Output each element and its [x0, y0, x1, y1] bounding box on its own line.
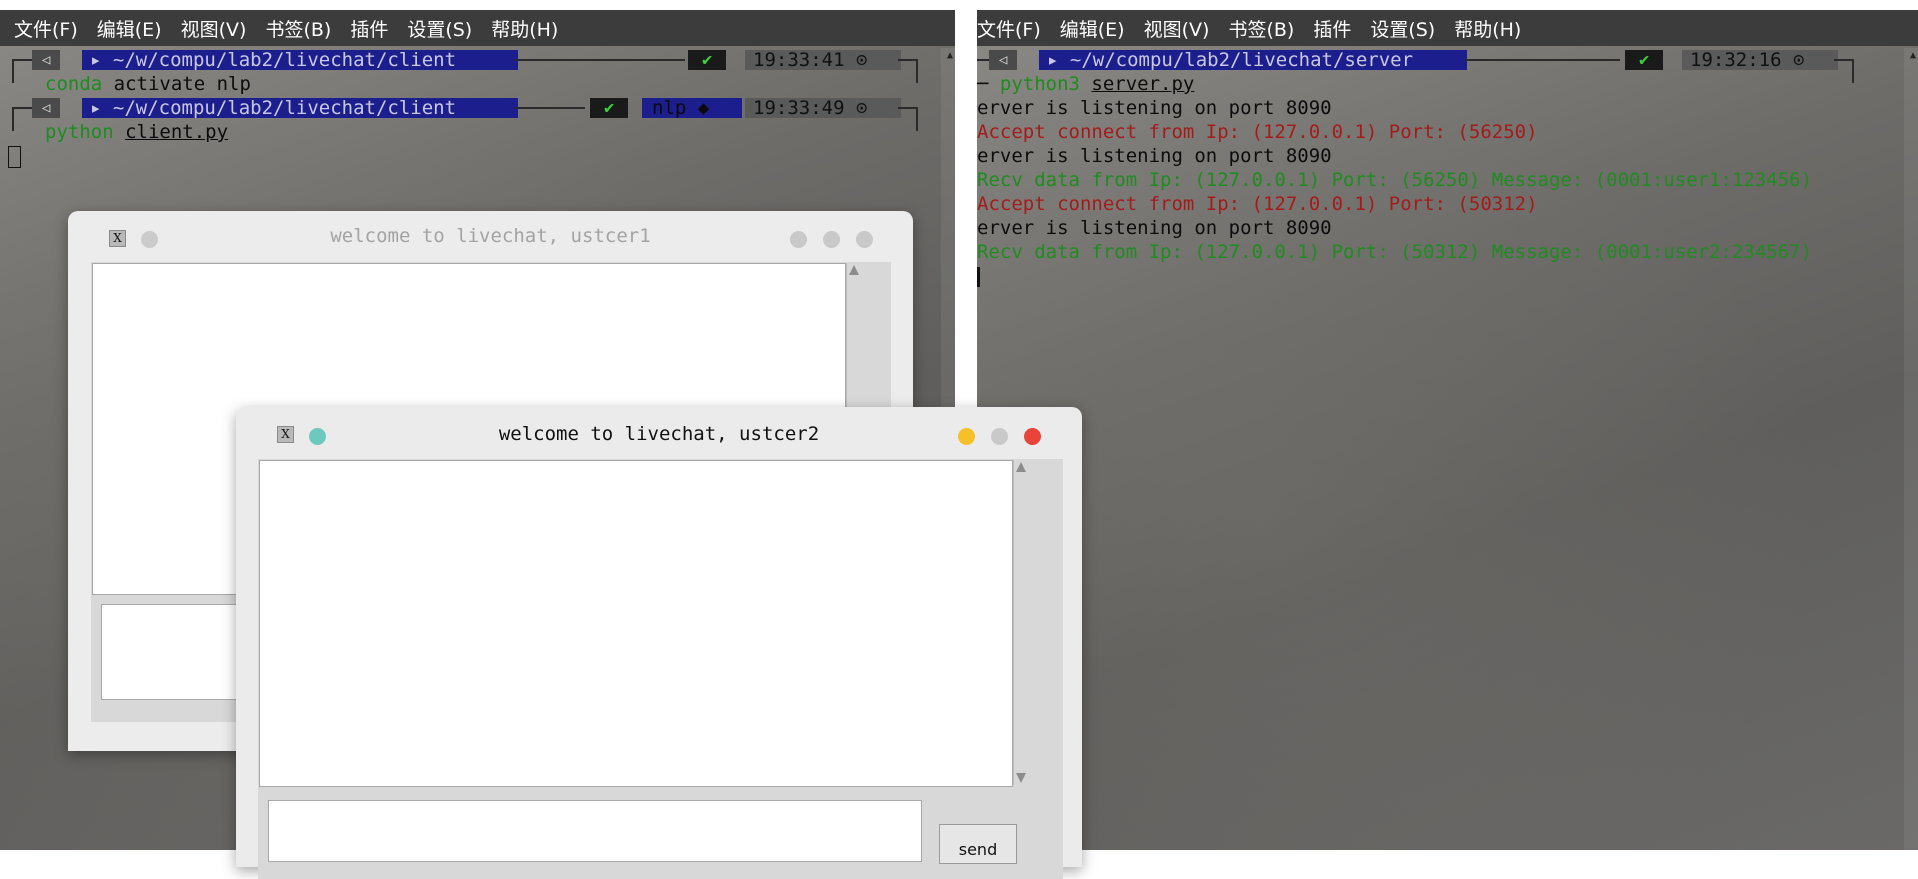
close-button[interactable] [1024, 428, 1041, 445]
close-button[interactable] [856, 231, 873, 248]
command-line: python client.py [0, 120, 955, 144]
command-args: server.py [1091, 73, 1195, 95]
prompt-path: ▸ ~/w/compu/lab2/livechat/client [82, 50, 518, 70]
terminal-cursor-line [977, 264, 1918, 288]
command-args: client.py [125, 121, 229, 143]
menu-bar: 文件(F) 编辑(E) 视图(V) 书签(B) 插件 设置(S) 帮助(H) [0, 10, 955, 46]
menu-help[interactable]: 帮助(H) [491, 15, 558, 42]
log-line: Recv data from Ip: (127.0.0.1) Port: (50… [977, 241, 1813, 263]
prompt-os-icon: ◁ [989, 50, 1018, 70]
server-log: erver is listening on port 8090 Accept co… [977, 96, 1918, 264]
command-binary: python [45, 121, 114, 143]
log-line: erver is listening on port 8090 [977, 145, 1332, 167]
shell-prompt: ◁ ▸ ~/w/compu/lab2/livechat/client ✔ nlp… [0, 96, 955, 131]
menu-settings[interactable]: 设置(S) [407, 15, 472, 42]
prompt-divider [1465, 59, 1620, 61]
menu-edit[interactable]: 编辑(E) [97, 15, 162, 42]
prompt-status-ok-icon: ✔ [1625, 50, 1664, 70]
minimize-button[interactable] [958, 428, 975, 445]
prompt-status-ok-icon: ✔ [590, 98, 629, 118]
scroll-down-arrow-icon[interactable] [1016, 773, 1026, 783]
maximize-button[interactable] [823, 231, 840, 248]
terminal-output: ◁ ▸ ~/w/compu/lab2/livechat/server ✔ 19:… [977, 48, 1918, 288]
terminal-cursor [8, 145, 21, 168]
prompt-time: 19:32:16 ⊙ [1682, 50, 1838, 70]
scroll-up-arrow-icon[interactable] [849, 265, 859, 275]
shell-prompt: ◁ ▸ ~/w/compu/lab2/livechat/server ✔ 19:… [977, 48, 1918, 83]
log-line: Accept connect from Ip: (127.0.0.1) Port… [977, 193, 1538, 215]
command-line: ─ python3 server.py [977, 72, 1918, 96]
window-title: welcome to livechat, ustcer2 [498, 423, 820, 445]
window-title: welcome to livechat, ustcer1 [330, 225, 651, 247]
message-input[interactable] [268, 800, 922, 862]
log-line: erver is listening on port 8090 [977, 217, 1332, 239]
server-terminal-window[interactable]: 文件(F) 编辑(E) 视图(V) 书签(B) 插件 设置(S) 帮助(H) ▲… [977, 10, 1918, 850]
command-args: activate nlp [102, 73, 251, 95]
terminal-cursor-line [0, 144, 955, 168]
title-bar[interactable]: X welcome to livechat, ustcer1 [68, 211, 913, 261]
prompt-time: 19:33:41 ⊙ [745, 50, 901, 70]
menu-settings[interactable]: 设置(S) [1370, 15, 1435, 42]
prompt-os-icon: ◁ [32, 50, 61, 70]
message-scrollbar[interactable] [1013, 460, 1029, 785]
prompt-os-icon: ◁ [32, 98, 61, 118]
maximize-button[interactable] [991, 428, 1008, 445]
menu-file[interactable]: 文件(F) [14, 15, 78, 42]
send-button[interactable]: send [939, 824, 1017, 864]
log-line: Recv data from Ip: (127.0.0.1) Port: (56… [977, 169, 1813, 191]
prompt-path: ▸ ~/w/compu/lab2/livechat/client [82, 98, 518, 118]
message-history[interactable] [259, 460, 1013, 787]
menu-edit[interactable]: 编辑(E) [1060, 15, 1125, 42]
prompt-status-ok-icon: ✔ [688, 50, 727, 70]
prompt-divider [515, 59, 685, 61]
menu-plugins[interactable]: 插件 [1313, 15, 1351, 42]
menu-view[interactable]: 视图(V) [1144, 15, 1210, 42]
command-binary: conda [45, 73, 103, 95]
shell-prompt: ◁ ▸ ~/w/compu/lab2/livechat/client ✔ 19:… [0, 48, 955, 83]
log-line: Accept connect from Ip: (127.0.0.1) Port… [977, 121, 1538, 143]
terminal-cursor [977, 266, 980, 287]
prompt-time: 19:33:49 ⊙ [745, 98, 901, 118]
menu-plugins[interactable]: 插件 [350, 15, 388, 42]
command-prefix: ─ [977, 73, 1000, 95]
menu-bookmarks[interactable]: 书签(B) [1228, 15, 1294, 42]
scroll-up-arrow-icon[interactable] [1016, 462, 1026, 472]
prompt-conda-env: nlp ◆ [642, 98, 742, 118]
prompt-path: ▸ ~/w/compu/lab2/livechat/server [1039, 50, 1467, 70]
command-line: conda activate nlp [0, 72, 955, 96]
terminal-output: ◁ ▸ ~/w/compu/lab2/livechat/client ✔ 19:… [0, 48, 955, 168]
menu-help[interactable]: 帮助(H) [1454, 15, 1521, 42]
menu-bookmarks[interactable]: 书签(B) [265, 15, 331, 42]
minimize-button[interactable] [790, 231, 807, 248]
command-binary: python3 [999, 73, 1080, 95]
log-line: erver is listening on port 8090 [977, 97, 1332, 119]
menu-file[interactable]: 文件(F) [977, 15, 1041, 42]
menu-view[interactable]: 视图(V) [181, 15, 247, 42]
menu-bar: 文件(F) 编辑(E) 视图(V) 书签(B) 插件 设置(S) 帮助(H) [977, 10, 1918, 46]
title-bar[interactable]: X welcome to livechat, ustcer2 [236, 407, 1082, 457]
chat-window-ustcer2[interactable]: X welcome to livechat, ustcer2 send [236, 407, 1082, 879]
prompt-divider [515, 107, 585, 109]
